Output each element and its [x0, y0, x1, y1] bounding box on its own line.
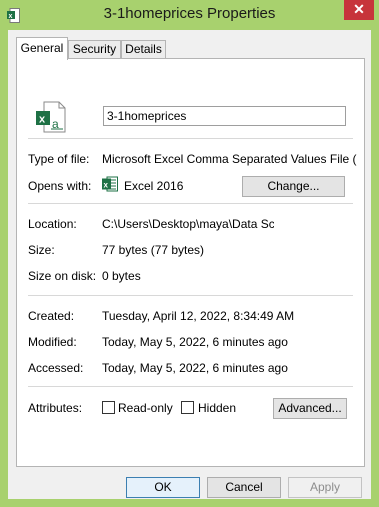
- properties-window: x 3-1homeprices Properties ✕ General Sec…: [0, 0, 379, 507]
- separator: [28, 203, 353, 204]
- tab-security[interactable]: Security: [68, 40, 121, 59]
- created-label: Created:: [28, 309, 75, 323]
- separator: [28, 138, 353, 139]
- general-panel: x a 3-1homeprices Type of file: Microsof…: [16, 58, 365, 467]
- size-label: Size:: [28, 243, 55, 257]
- opens-with-value: Excel 2016: [124, 179, 184, 193]
- window-title: 3-1homeprices Properties: [103, 5, 276, 22]
- attributes-label: Attributes:: [28, 401, 83, 415]
- size-on-disk-label: Size on disk:: [28, 269, 97, 283]
- modified-label: Modified:: [28, 335, 77, 349]
- file-name-input[interactable]: 3-1homeprices: [103, 106, 346, 126]
- location-label: Location:: [28, 217, 77, 231]
- dialog-client: General Security Details x a 3-1homepric…: [8, 30, 371, 499]
- read-only-checkbox[interactable]: [102, 401, 115, 414]
- excel-app-icon: x: [102, 176, 118, 192]
- read-only-label[interactable]: Read-only: [118, 401, 173, 415]
- title-bar[interactable]: x 3-1homeprices Properties ✕: [0, 0, 379, 30]
- apply-button[interactable]: Apply: [288, 477, 362, 498]
- hidden-label[interactable]: Hidden: [198, 401, 236, 415]
- created-value: Tuesday, April 12, 2022, 8:34:49 AM: [102, 309, 295, 323]
- advanced-button[interactable]: Advanced...: [273, 398, 347, 419]
- location-value: C:\Users\Desktop\maya\Data Scie: [102, 217, 274, 231]
- tab-details[interactable]: Details: [121, 40, 166, 59]
- svg-text:x: x: [104, 181, 109, 190]
- accessed-value: Today, May 5, 2022, 6 minutes ago: [102, 361, 288, 375]
- type-of-file-label: Type of file:: [28, 152, 90, 166]
- tab-general[interactable]: General: [16, 37, 68, 60]
- type-of-file-value: Microsoft Excel Comma Separated Values F…: [102, 152, 357, 166]
- size-on-disk-value: 0 bytes: [102, 269, 141, 283]
- hidden-checkbox[interactable]: [181, 401, 194, 414]
- size-value: 77 bytes (77 bytes): [102, 243, 205, 257]
- separator: [28, 295, 353, 296]
- excel-csv-file-icon: x a: [36, 101, 66, 133]
- change-button[interactable]: Change...: [242, 176, 345, 197]
- svg-text:x: x: [39, 114, 46, 126]
- accessed-label: Accessed:: [28, 361, 84, 375]
- modified-value: Today, May 5, 2022, 6 minutes ago: [102, 335, 288, 349]
- opens-with-label: Opens with:: [28, 179, 92, 193]
- separator: [28, 386, 353, 387]
- ok-button[interactable]: OK: [126, 477, 200, 498]
- close-button[interactable]: ✕: [344, 0, 374, 20]
- cancel-button[interactable]: Cancel: [207, 477, 281, 498]
